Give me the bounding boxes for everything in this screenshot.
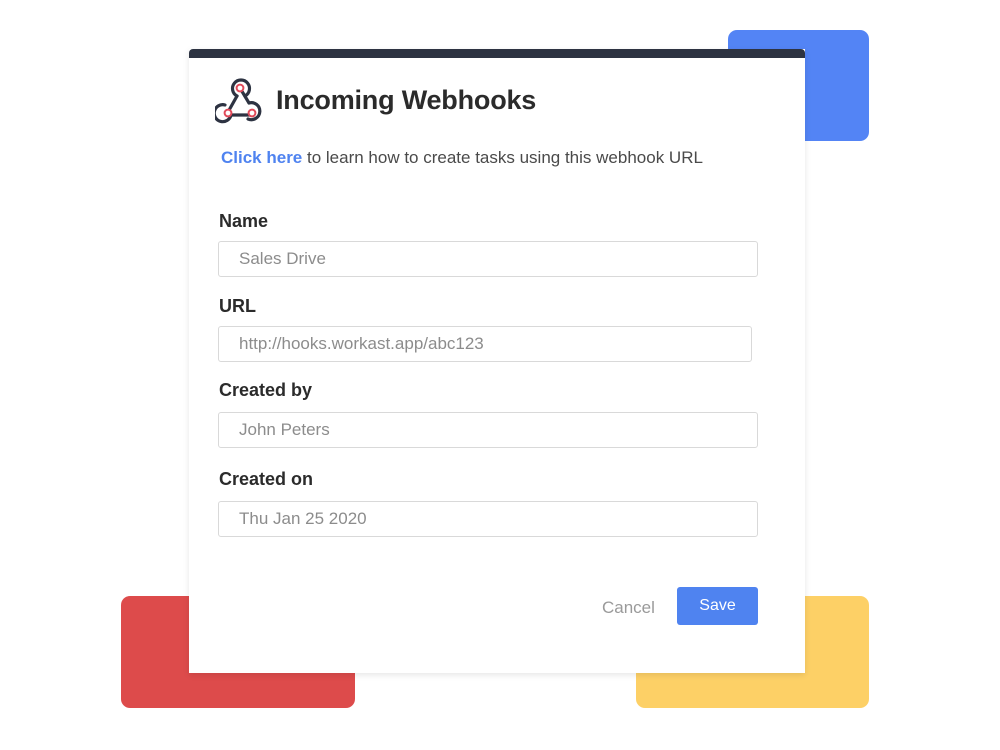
url-label: URL (219, 296, 256, 316)
cancel-button[interactable]: Cancel (602, 598, 655, 618)
dialog-title: Incoming Webhooks (276, 85, 537, 115)
help-link[interactable]: Click here (221, 148, 302, 167)
webhook-dialog: Incoming Webhooks Click here to learn ho… (189, 49, 805, 673)
name-label: Name (219, 211, 269, 231)
created-on-field[interactable] (218, 501, 758, 537)
save-button[interactable]: Save (677, 587, 758, 625)
created-on-label: Created on (219, 469, 314, 489)
name-field[interactable] (218, 241, 758, 277)
webhook-icon (215, 78, 262, 124)
dialog-top-bar (189, 49, 805, 58)
help-description: to learn how to create tasks using this … (302, 148, 703, 167)
created-by-field[interactable] (218, 412, 758, 448)
url-field[interactable] (218, 326, 752, 362)
help-text: Click here to learn how to create tasks … (221, 148, 703, 168)
created-by-label: Created by (219, 380, 313, 400)
